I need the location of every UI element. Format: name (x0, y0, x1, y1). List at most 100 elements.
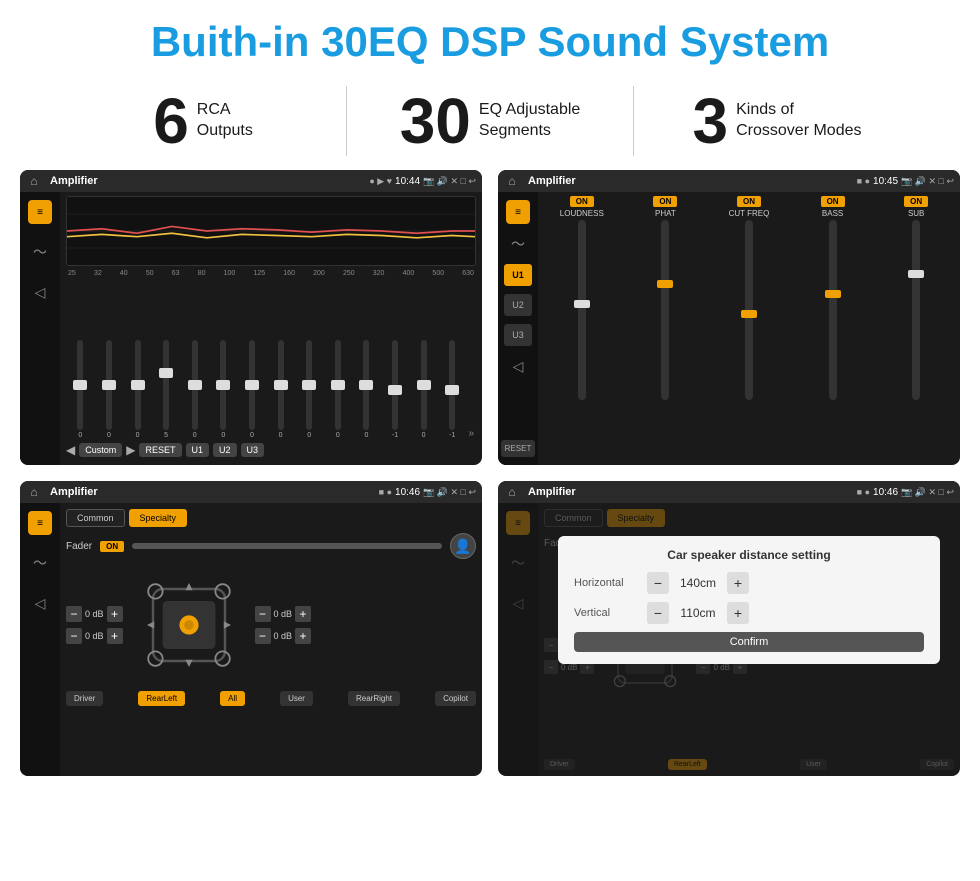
eq-screen: ⌂ Amplifier ● ▶ ♥ 10:44 📷 🔊 ✕ □ ↩ ≡ 〜 ◁ (20, 170, 482, 465)
dsp-sub-on[interactable]: ON (904, 196, 928, 207)
eq-reset-btn[interactable]: RESET (139, 443, 181, 457)
dsp-channel-sub: ON SUB (876, 196, 956, 461)
stat-crossover-number: 3 (693, 89, 729, 153)
dsp-phat-on[interactable]: ON (653, 196, 677, 207)
dsp-sub-slider[interactable] (912, 220, 920, 461)
dist-screen: ⌂ Amplifier ■ ● 10:46 📷 🔊 ✕ □ ↩ ≡ 〜 ◁ Co… (498, 481, 960, 776)
fader-rearleft-btn[interactable]: RearLeft (138, 691, 185, 706)
dsp-home-icon[interactable]: ⌂ (504, 173, 520, 189)
eq-u2-btn[interactable]: U2 (213, 443, 237, 457)
dist-horizontal-plus[interactable]: + (727, 572, 749, 594)
eq-u3-btn[interactable]: U3 (241, 443, 265, 457)
fader-rearright-btn[interactable]: RearRight (348, 691, 400, 706)
fader-br-plus[interactable]: + (295, 628, 311, 644)
fader-bl-plus[interactable]: + (107, 628, 123, 644)
fader-app-name: Amplifier (46, 486, 375, 498)
eq-time: 10:44 (395, 176, 420, 187)
dist-time: 10:46 (873, 487, 898, 498)
dist-vertical-plus[interactable]: + (727, 602, 749, 624)
eq-speaker-icon[interactable]: ◁ (28, 280, 52, 304)
eq-sliders: 0 0 0 5 0 0 0 0 0 0 0 -1 0 -1 » (66, 281, 476, 439)
dsp-app-name: Amplifier (524, 175, 853, 187)
stat-rca-number: 6 (153, 89, 189, 153)
dsp-main: ON LOUDNESS ON PHAT (538, 192, 960, 465)
dist-vertical-minus[interactable]: − (647, 602, 669, 624)
dist-horizontal-row: Horizontal − 140cm + (574, 572, 924, 594)
stat-eq: 30 EQ Adjustable Segments (347, 89, 633, 153)
fader-bl-minus[interactable]: − (66, 628, 82, 644)
eq-next-btn[interactable]: ▶ (126, 443, 135, 457)
eq-status-icons: ● ▶ ♥ 10:44 📷 🔊 ✕ □ ↩ (369, 176, 476, 187)
eq-chart (66, 196, 476, 266)
dsp-bass-on[interactable]: ON (821, 196, 845, 207)
dist-vertical-stepper[interactable]: − 110cm + (647, 602, 749, 624)
eq-main: 253240506380 100125160200250320 40050063… (60, 192, 482, 465)
fader-eq-icon[interactable]: ≡ (28, 511, 52, 535)
stat-crossover: 3 Kinds of Crossover Modes (634, 89, 920, 153)
eq-u1-btn[interactable]: U1 (186, 443, 210, 457)
dsp-speaker-icon[interactable]: ◁ (506, 354, 530, 378)
fader-wave-icon[interactable]: 〜 (28, 551, 52, 575)
dist-dialog: Car speaker distance setting Horizontal … (558, 536, 940, 664)
fader-user-icon: 👤 (450, 533, 476, 559)
fader-vol-right: − 0 dB + − 0 dB + (255, 606, 312, 644)
fader-tr-minus[interactable]: − (255, 606, 271, 622)
dsp-reset-btn[interactable]: RESET (501, 440, 536, 457)
stat-rca: 6 RCA Outputs (60, 89, 346, 153)
dsp-channel-cutfreq: ON CUT FREQ (709, 196, 789, 461)
dsp-preset-u1[interactable]: U1 (504, 264, 532, 286)
dsp-channel-loudness: ON LOUDNESS (542, 196, 622, 461)
fader-on-btn[interactable]: ON (100, 541, 124, 552)
fader-user-btn[interactable]: User (280, 691, 313, 706)
stat-eq-label: EQ Adjustable Segments (479, 100, 580, 142)
fader-tab-specialty[interactable]: Specialty (129, 509, 188, 527)
fader-br-minus[interactable]: − (255, 628, 271, 644)
fader-car-area: − 0 dB + − 0 dB + (66, 565, 476, 685)
dist-horizontal-minus[interactable]: − (647, 572, 669, 594)
dsp-time: 10:45 (873, 176, 898, 187)
dsp-cutfreq-slider[interactable] (745, 220, 753, 461)
dsp-channel-phat: ON PHAT (626, 196, 706, 461)
fader-tr-plus[interactable]: + (295, 606, 311, 622)
dsp-cutfreq-label: CUT FREQ (729, 209, 770, 218)
fader-tab-common[interactable]: Common (66, 509, 125, 527)
eq-sidebar: ≡ 〜 ◁ (20, 192, 60, 465)
fader-home-icon[interactable]: ⌂ (26, 484, 42, 500)
eq-bottom-bar: ◀ Custom ▶ RESET U1 U2 U3 (66, 439, 476, 461)
home-icon[interactable]: ⌂ (26, 173, 42, 189)
dsp-wave-icon[interactable]: 〜 (506, 232, 530, 256)
dsp-cutfreq-on[interactable]: ON (737, 196, 761, 207)
dsp-preset-u3[interactable]: U3 (504, 324, 532, 346)
eq-preset-label: Custom (79, 443, 122, 457)
dsp-sub-label: SUB (908, 209, 924, 218)
fader-tl-value: 0 dB (85, 609, 104, 619)
fader-all-btn[interactable]: All (220, 691, 245, 706)
dist-confirm-btn[interactable]: Confirm (574, 632, 924, 652)
fader-bottom-row: Driver RearLeft All User RearRight Copil… (66, 691, 476, 706)
screens-grid: ⌂ Amplifier ● ▶ ♥ 10:44 📷 🔊 ✕ □ ↩ ≡ 〜 ◁ (0, 170, 980, 776)
fader-bar[interactable] (132, 543, 442, 549)
dist-horizontal-stepper[interactable]: − 140cm + (647, 572, 749, 594)
dsp-loudness-slider[interactable] (578, 220, 586, 461)
eq-prev-btn[interactable]: ◀ (66, 443, 75, 457)
dsp-eq-icon[interactable]: ≡ (506, 200, 530, 224)
fader-tl-minus[interactable]: − (66, 606, 82, 622)
dsp-preset-u2[interactable]: U2 (504, 294, 532, 316)
eq-more-icon[interactable]: » (469, 428, 475, 439)
fader-copilot-btn[interactable]: Copilot (435, 691, 476, 706)
eq-active-icon[interactable]: ≡ (28, 200, 52, 224)
fader-controls: Fader ON 👤 (66, 533, 476, 559)
dsp-loudness-on[interactable]: ON (570, 196, 594, 207)
fader-speaker-icon[interactable]: ◁ (28, 591, 52, 615)
fader-main: Common Specialty Fader ON 👤 − 0 dB + (60, 503, 482, 776)
eq-wave-icon[interactable]: 〜 (28, 240, 52, 264)
dsp-phat-slider[interactable] (661, 220, 669, 461)
dsp-screen: ⌂ Amplifier ■ ● 10:45 📷 🔊 ✕ □ ↩ ≡ 〜 U1 U… (498, 170, 960, 465)
fader-tl-plus[interactable]: + (107, 606, 123, 622)
dsp-bass-slider[interactable] (829, 220, 837, 461)
dsp-channels: ON LOUDNESS ON PHAT (542, 196, 956, 461)
stats-row: 6 RCA Outputs 30 EQ Adjustable Segments … (0, 76, 980, 170)
fader-driver-btn[interactable]: Driver (66, 691, 103, 706)
eq-status-bar: ⌂ Amplifier ● ▶ ♥ 10:44 📷 🔊 ✕ □ ↩ (20, 170, 482, 192)
dist-home-icon[interactable]: ⌂ (504, 484, 520, 500)
